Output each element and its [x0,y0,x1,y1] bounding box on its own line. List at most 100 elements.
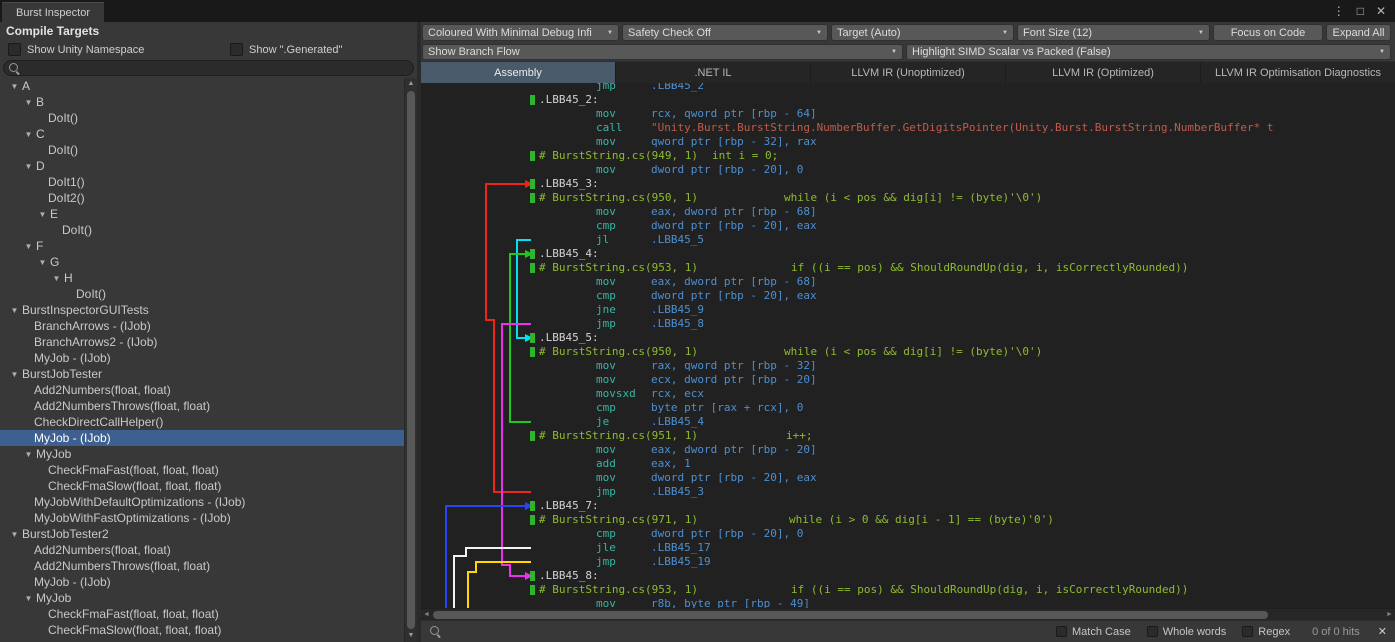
code-line: cmpbyte ptr [rax + rcx], 0 [421,401,1395,415]
tree-item-doit[interactable]: DoIt() [0,142,404,158]
match-case-checkbox[interactable] [1056,626,1067,637]
foldout-triangle-icon[interactable]: ▼ [22,130,35,139]
show-branch-flow-dropdown[interactable]: Show Branch Flow▼ [422,44,903,60]
tree-item-doit[interactable]: DoIt() [0,286,404,302]
match-case-toggle[interactable]: Match Case [1056,626,1131,638]
assembly-code-view[interactable]: jmp.LBB45_2.LBB45_2:movrcx, qword ptr [r… [421,83,1395,608]
whole-words-toggle[interactable]: Whole words [1147,626,1227,638]
foldout-triangle-icon[interactable]: ▼ [22,162,35,171]
menu-icon[interactable]: ⋮ [1333,5,1345,17]
code-horizontal-scrollbar[interactable]: ◄ ► [421,608,1395,620]
tree-item-add2numbers-float-float[interactable]: Add2Numbers(float, float) [0,542,404,558]
scroll-right-icon[interactable]: ► [1384,609,1395,621]
scroll-left-icon[interactable]: ◄ [421,609,432,621]
show-unity-namespace-checkbox[interactable] [8,43,21,56]
tree-item-brancharrows2-ijob[interactable]: BranchArrows2 - (IJob) [0,334,404,350]
scroll-down-icon[interactable]: ▼ [405,630,417,642]
foldout-triangle-icon[interactable]: ▼ [8,306,21,315]
code-line: movqword ptr [rbp - 32], rax [421,135,1395,149]
tree-item-myjob[interactable]: ▼MyJob [0,590,404,606]
show-generated-checkbox[interactable] [230,43,243,56]
tree-item-h[interactable]: ▼H [0,270,404,286]
show-unity-namespace-toggle[interactable]: Show Unity Namespace [8,43,230,56]
foldout-triangle-icon[interactable]: ▼ [22,242,35,251]
tree-item-add2numbers-float-float[interactable]: Add2Numbers(float, float) [0,382,404,398]
tree-item-checkdirectcallhelper[interactable]: CheckDirectCallHelper() [0,414,404,430]
tree-item-myjob-ijob[interactable]: MyJob - (IJob) [0,574,404,590]
branch-target-marker [530,347,535,357]
maximize-icon[interactable]: □ [1357,5,1364,17]
tree-item-doit[interactable]: DoIt() [0,222,404,238]
tree-item-doit[interactable]: DoIt() [0,110,404,126]
asm-instruction: jle [596,541,651,555]
foldout-triangle-icon[interactable]: ▼ [36,210,49,219]
tree-item-myjobwithfastoptimizations-ijob[interactable]: MyJobWithFastOptimizations - (IJob) [0,510,404,526]
tree-item-a[interactable]: ▼A [0,78,404,94]
search-close-icon[interactable]: ✕ [1378,625,1387,638]
tab-net-il[interactable]: .NET IL [616,62,811,83]
tree-item-myjobwithdefaultoptimizations-ijob[interactable]: MyJobWithDefaultOptimizations - (IJob) [0,494,404,510]
tree-item-brancharrows-ijob[interactable]: BranchArrows - (IJob) [0,318,404,334]
coloured-with-minimal-debug-infi-dropdown[interactable]: Coloured With Minimal Debug Infi▼ [422,24,619,41]
inspector-panel: Coloured With Minimal Debug Infi▼Safety … [421,22,1395,642]
foldout-triangle-icon[interactable]: ▼ [50,274,63,283]
compile-targets-panel: Compile Targets Show Unity NamespaceShow… [0,22,421,642]
regex-toggle[interactable]: Regex [1242,626,1290,638]
tab-llvm-ir-optimisation-diagnostics[interactable]: LLVM IR Optimisation Diagnostics [1201,62,1395,83]
foldout-triangle-icon[interactable]: ▼ [8,530,21,539]
tree-item-label: MyJobWithFastOptimizations - (IJob) [34,511,231,525]
foldout-triangle-icon[interactable]: ▼ [8,82,21,91]
tree-item-add2numbersthrows-float-float[interactable]: Add2NumbersThrows(float, float) [0,398,404,414]
tree-item-myjob-ijob[interactable]: MyJob - (IJob) [0,430,404,446]
close-icon[interactable]: ✕ [1376,5,1386,17]
code-search-input[interactable] [448,624,1040,640]
tree-item-b[interactable]: ▼B [0,94,404,110]
tree-item-myjob[interactable]: ▼MyJob [0,446,404,462]
tree-item-c[interactable]: ▼C [0,126,404,142]
tree-item-label: Add2Numbers(float, float) [34,383,171,397]
tree-item-doit2[interactable]: DoIt2() [0,190,404,206]
hscroll-thumb[interactable] [433,611,1268,619]
tree-item-checkfmaslow-float-float-float[interactable]: CheckFmaSlow(float, float, float) [0,478,404,494]
whole-words-checkbox[interactable] [1147,626,1158,637]
tree-item-f[interactable]: ▼F [0,238,404,254]
tree-item-doit1[interactable]: DoIt1() [0,174,404,190]
asm-instruction: mov [596,163,651,177]
regex-checkbox[interactable] [1242,626,1253,637]
tab-assembly[interactable]: Assembly [421,62,616,83]
tab-llvm-ir-optimized[interactable]: LLVM IR (Optimized) [1006,62,1201,83]
tree-item-myjob-ijob[interactable]: MyJob - (IJob) [0,350,404,366]
window-tab-burst-inspector[interactable]: Burst Inspector [2,2,104,22]
foldout-triangle-icon[interactable]: ▼ [22,594,35,603]
expand-all-button[interactable]: Expand All [1326,24,1391,41]
tab-llvm-ir-unoptimized[interactable]: LLVM IR (Unoptimized) [811,62,1006,83]
tree-item-burstinspectorguitests[interactable]: ▼BurstInspectorGUITests [0,302,404,318]
tree-scrollbar[interactable]: ▲ ▼ [404,78,417,642]
tree-item-label: DoIt() [62,223,92,237]
highlight-simd-scalar-vs-packed-false-dropdown[interactable]: Highlight SIMD Scalar vs Packed (False)▼ [906,44,1391,60]
scroll-up-icon[interactable]: ▲ [405,78,417,90]
focus-on-code-button[interactable]: Focus on Code [1213,24,1323,41]
target-auto-dropdown[interactable]: Target (Auto)▼ [831,24,1014,41]
foldout-triangle-icon[interactable]: ▼ [36,258,49,267]
asm-label: .LBB45_5: [539,331,599,344]
tree-item-checkfmafast-float-float-float[interactable]: CheckFmaFast(float, float, float) [0,606,404,622]
targets-search-box[interactable] [3,60,414,76]
foldout-triangle-icon[interactable]: ▼ [22,450,35,459]
tree-scrollbar-thumb[interactable] [407,91,415,629]
tree-item-add2numbersthrows-float-float[interactable]: Add2NumbersThrows(float, float) [0,558,404,574]
tree-item-checkfmaslow-float-float-float[interactable]: CheckFmaSlow(float, float, float) [0,622,404,638]
tree-item-e[interactable]: ▼E [0,206,404,222]
tree-item-burstjobtester[interactable]: ▼BurstJobTester [0,366,404,382]
show-generated-toggle[interactable]: Show ".Generated" [230,43,342,56]
asm-operand: byte ptr [rax + rcx], 0 [651,401,803,414]
tree-item-checkfmafast-float-float-float[interactable]: CheckFmaFast(float, float, float) [0,462,404,478]
font-size-12-dropdown[interactable]: Font Size (12)▼ [1017,24,1210,41]
code-line: jmp.LBB45_8 [421,317,1395,331]
tree-item-burstjobtester2[interactable]: ▼BurstJobTester2 [0,526,404,542]
tree-item-g[interactable]: ▼G [0,254,404,270]
foldout-triangle-icon[interactable]: ▼ [22,98,35,107]
foldout-triangle-icon[interactable]: ▼ [8,370,21,379]
safety-check-off-dropdown[interactable]: Safety Check Off▼ [622,24,828,41]
tree-item-d[interactable]: ▼D [0,158,404,174]
